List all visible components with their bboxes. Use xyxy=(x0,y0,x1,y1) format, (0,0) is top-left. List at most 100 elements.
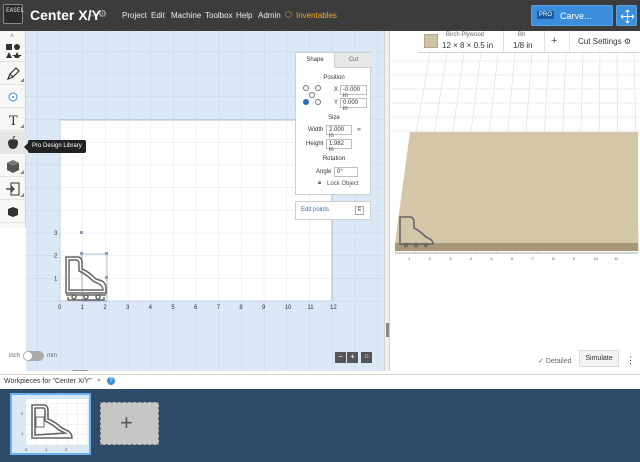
pen-icon xyxy=(6,67,20,81)
menu-admin[interactable]: Admin xyxy=(258,11,281,20)
workpieces-bar: Workpieces for "Center X/Y" ♥ ? xyxy=(0,374,640,389)
link-icon[interactable]: ⚭ xyxy=(356,126,362,134)
divider-handle[interactable] xyxy=(386,323,389,337)
bit-value[interactable]: 1/8 in xyxy=(513,41,533,50)
position-title: Position xyxy=(323,75,345,81)
edit-points-label[interactable]: Edit points xyxy=(301,207,329,213)
anchor-radio[interactable] xyxy=(309,92,315,98)
preview-x-tick: 5 xyxy=(490,256,493,261)
collapse-arrow-icon[interactable]: ∧ xyxy=(10,32,14,39)
apple-tool[interactable] xyxy=(0,132,26,154)
edit-points-panel[interactable]: Edit points E xyxy=(295,201,371,220)
plus-icon: + xyxy=(120,410,133,435)
anchor-radio-selected[interactable] xyxy=(303,99,309,105)
divider xyxy=(503,31,504,53)
add-workpiece-button[interactable]: + xyxy=(100,402,159,445)
thumb-y-tick: 2 xyxy=(21,411,24,416)
horizontal-scrollbar[interactable] xyxy=(72,370,88,371)
carve-button[interactable]: PRO Carve... xyxy=(531,5,613,26)
detailed-toggle[interactable]: ✓ Detailed xyxy=(538,357,572,365)
menu-toolbox[interactable]: Toolbox xyxy=(205,11,233,20)
thumb-x-tick: 1 xyxy=(45,447,48,452)
anchor-radio[interactable] xyxy=(315,85,321,91)
more-options-icon[interactable]: ⋮ xyxy=(626,355,635,366)
height-label: Height xyxy=(306,141,324,147)
preview-x-tick: 6 xyxy=(511,256,514,261)
tab-cut[interactable]: Cut xyxy=(334,53,372,68)
simulate-button[interactable]: Simulate xyxy=(579,350,619,367)
3d-icon xyxy=(8,207,18,217)
x-tick-label: 7 xyxy=(217,305,221,311)
target-tool[interactable] xyxy=(0,86,26,108)
menu-help[interactable]: Help xyxy=(236,11,252,20)
preview-header: Birch Plywood 12 × 8 × 0.5 in Bit 1/8 in… xyxy=(418,31,640,53)
preview-x-tick: 8 xyxy=(552,256,555,261)
home-button[interactable]: ⌂ xyxy=(361,352,372,363)
preview-x-tick: 4 xyxy=(470,256,473,261)
cut-settings-button[interactable]: Cut Settings ⚙ xyxy=(578,37,631,46)
heart-icon[interactable]: ♥ xyxy=(97,378,101,384)
units-inch-label: inch xyxy=(9,353,21,359)
preview-pane[interactable]: 1 2 3 4 5 6 7 8 9 10 11 ✓ Detailed Simulate ⋮ xyxy=(390,53,640,371)
preview-x-tick: 11 xyxy=(614,256,619,261)
material-dimensions[interactable]: 12 × 8 × 0.5 in xyxy=(442,41,493,50)
x-tick-label: 10 xyxy=(285,305,292,311)
x-tick-label: 3 xyxy=(126,305,130,311)
y-input[interactable]: 0.000 in xyxy=(340,98,367,112)
box-tool[interactable] xyxy=(0,155,26,177)
zoom-out-button[interactable]: − xyxy=(335,352,346,363)
anchor-radio[interactable] xyxy=(303,85,309,91)
divider xyxy=(569,31,570,53)
x-tick-label: 8 xyxy=(239,305,243,311)
angle-input[interactable]: 0° xyxy=(334,167,358,177)
bit-label[interactable]: Bit xyxy=(518,32,525,38)
size-title: Size xyxy=(328,115,340,121)
lock-object-label[interactable]: Lock Object xyxy=(327,181,359,187)
pro-badge: PRO xyxy=(537,11,555,19)
thumb-x-tick: 2 xyxy=(65,447,68,452)
height-input[interactable]: 1.982 in xyxy=(326,139,352,153)
tab-shape[interactable]: Shape xyxy=(296,53,334,68)
lock-icon[interactable]: 🔒︎ xyxy=(318,180,321,187)
apple-icon xyxy=(8,136,18,149)
carve-label: Carve... xyxy=(560,11,592,21)
text-tool[interactable]: T xyxy=(0,109,26,131)
pen-tool[interactable] xyxy=(0,63,26,85)
thumbnail-preview: 0 1 2 1 2 xyxy=(21,399,89,452)
x-input[interactable]: -0.000 in xyxy=(340,85,367,99)
detailed-label: Detailed xyxy=(545,358,572,365)
toggle-knob xyxy=(24,352,32,360)
help-icon[interactable]: ? xyxy=(107,377,115,385)
3d-tool[interactable] xyxy=(0,201,26,223)
menu-edit[interactable]: Edit xyxy=(151,11,165,20)
import-tool[interactable] xyxy=(0,178,26,200)
cut-settings-label: Cut Settings xyxy=(578,37,622,46)
zoom-in-button[interactable]: + xyxy=(347,352,358,363)
add-bit-button[interactable]: + xyxy=(551,35,557,47)
material-swatch[interactable] xyxy=(424,34,438,48)
menu-project[interactable]: Project xyxy=(122,11,147,20)
workpieces-area: 0 1 2 1 2 + xyxy=(0,389,640,462)
rotation-title: Rotation xyxy=(322,156,346,162)
expand-icon xyxy=(620,9,635,24)
shapes-tool[interactable] xyxy=(0,40,26,62)
inventables-link[interactable]: Inventables xyxy=(296,11,337,20)
app-logo[interactable]: EASEL xyxy=(3,4,24,24)
workpiece-thumbnail[interactable]: 0 1 2 1 2 xyxy=(10,393,91,455)
thumb-x-tick: 0 xyxy=(25,447,28,452)
y-label: Y xyxy=(334,100,339,106)
x-tick-label: 1 xyxy=(81,305,85,311)
width-input[interactable]: 2.000 in xyxy=(326,125,352,139)
anchor-radio[interactable] xyxy=(315,99,321,105)
top-bar: EASEL Center X/Y ☆ ⚙ Project Edit Machin… xyxy=(0,0,640,31)
units-toggle[interactable] xyxy=(23,351,44,361)
width-label: Width xyxy=(308,127,324,133)
y-tick-label: 2 xyxy=(54,254,58,260)
gear-icon[interactable]: ⚙ xyxy=(98,9,107,20)
material-name[interactable]: Birch Plywood xyxy=(446,32,484,38)
y-tick-label: 1 xyxy=(54,276,58,282)
preview-x-tick: 10 xyxy=(593,256,598,261)
star-icon[interactable]: ☆ xyxy=(88,9,97,20)
expand-button[interactable] xyxy=(616,5,637,26)
menu-machine[interactable]: Machine xyxy=(171,11,201,20)
